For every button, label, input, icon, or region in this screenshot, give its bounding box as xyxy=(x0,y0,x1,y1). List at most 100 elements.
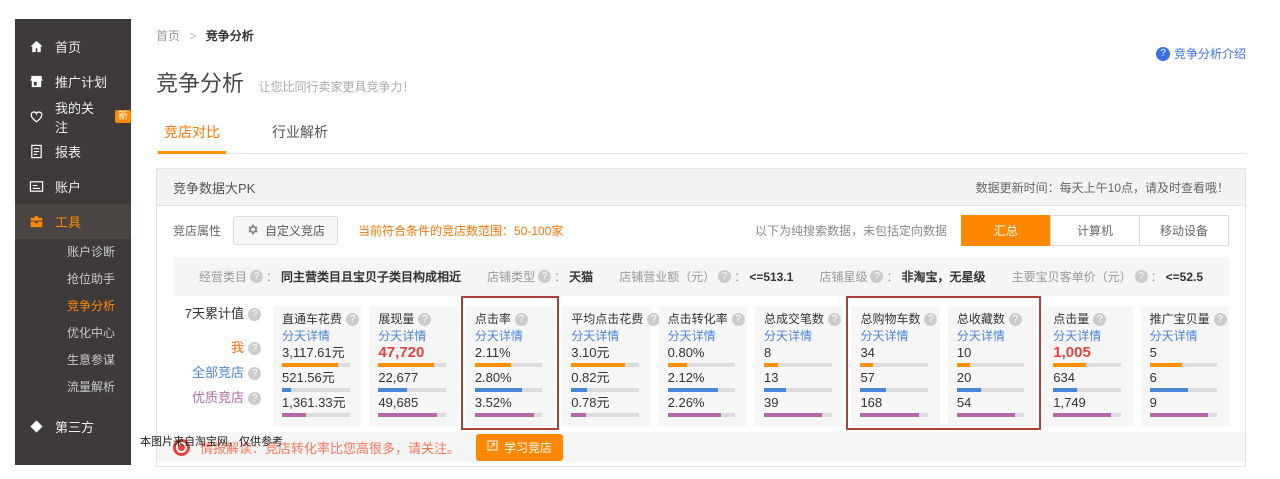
metric-value-row: 2.26% xyxy=(668,395,738,420)
tab-industry[interactable]: 行业解析 xyxy=(266,122,334,153)
metric-bar-fill xyxy=(957,363,971,367)
daily-detail-link[interactable]: 分天详情 xyxy=(378,328,448,345)
tab-shop-compare[interactable]: 竞店对比 xyxy=(158,122,226,154)
metric-bar xyxy=(1053,388,1121,392)
metric-value-row: 13 xyxy=(764,370,834,395)
sidebar-item-third-party[interactable]: 第三方 xyxy=(15,409,131,444)
help-icon[interactable] xyxy=(248,342,261,355)
metric-bar xyxy=(1150,388,1218,392)
row-label-我: 我 xyxy=(173,340,261,365)
metric-bar-fill xyxy=(957,388,981,392)
metric-bar xyxy=(1053,413,1121,417)
help-icon[interactable] xyxy=(828,313,841,326)
help-icon[interactable] xyxy=(1135,270,1148,283)
metric-bar-fill xyxy=(475,413,534,417)
sidebar-item-report[interactable]: 报表 xyxy=(15,134,131,169)
metric-name: 展现量 xyxy=(378,311,414,328)
metric-bar xyxy=(764,363,832,367)
sidebar-subitem[interactable]: 抢位助手 xyxy=(15,266,131,293)
help-icon[interactable] xyxy=(538,270,551,283)
diamond-icon xyxy=(29,419,44,434)
sidebar-item-briefcase[interactable]: 工具 xyxy=(15,204,131,239)
sidebar-item-home[interactable]: 首页 xyxy=(15,29,131,64)
metric-value: 47,720 xyxy=(378,345,448,360)
pk-table: 7天累计值我全部竞店优质竞店直通车花费分天详情3,117.61元521.56元1… xyxy=(157,296,1245,432)
metric-value: 5 xyxy=(1150,345,1220,360)
help-icon[interactable] xyxy=(250,270,263,283)
daily-detail-link[interactable]: 分天详情 xyxy=(764,328,834,345)
breadcrumb-current: 竞争分析 xyxy=(206,29,254,43)
metric-value: 634 xyxy=(1053,370,1123,385)
metric-bar xyxy=(378,413,446,417)
help-icon[interactable] xyxy=(924,313,937,326)
metric-value-row: 1,749 xyxy=(1053,395,1123,420)
sidebar-subitem[interactable]: 流量解析 xyxy=(15,374,131,401)
daily-detail-link[interactable]: 分天详情 xyxy=(475,328,545,345)
daily-detail-link[interactable]: 分天详情 xyxy=(860,328,930,345)
metric-card-0: 直通车花费分天详情3,117.61元521.56元1,361.33元 xyxy=(273,306,361,426)
metric-bar-fill xyxy=(571,388,587,392)
metric-value-row: 34 xyxy=(860,345,930,370)
help-icon[interactable] xyxy=(870,270,883,283)
metric-value-row: 634 xyxy=(1053,370,1123,395)
help-icon[interactable] xyxy=(1214,313,1227,326)
help-icon[interactable] xyxy=(248,308,261,321)
daily-detail-link[interactable]: 分天详情 xyxy=(957,328,1027,345)
customize-shops-button[interactable]: 自定义竞店 xyxy=(233,216,338,245)
metric-value: 1,361.33元 xyxy=(282,395,352,410)
help-icon[interactable] xyxy=(248,367,261,380)
filter-colon: ： xyxy=(734,268,746,285)
device-tab-button[interactable]: 计算机 xyxy=(1050,215,1140,246)
sidebar-item-heart[interactable]: 我的关注新 xyxy=(15,99,131,134)
gear-icon xyxy=(246,223,259,239)
panel-title: 竞争数据大PK xyxy=(173,178,255,197)
analysis-intro-link[interactable]: 竞争分析介绍 xyxy=(1156,45,1246,62)
daily-detail-link[interactable]: 分天详情 xyxy=(1150,328,1220,345)
metric-card-8: 点击量分天详情1,0056341,749 xyxy=(1044,306,1132,426)
help-icon[interactable] xyxy=(515,313,528,326)
metric-value-row: 57 xyxy=(860,370,930,395)
metric-bar-fill xyxy=(475,363,511,367)
help-icon[interactable] xyxy=(1093,313,1106,326)
row-label-优质竞店: 优质竞店 xyxy=(173,390,261,415)
filter-label: 店铺营业额（元） xyxy=(619,268,715,285)
metric-bar xyxy=(668,388,736,392)
device-tab-button[interactable]: 移动设备 xyxy=(1139,215,1229,246)
sidebar-item-promotion[interactable]: 推广计划 xyxy=(15,64,131,99)
device-tab-button[interactable]: 汇总 xyxy=(961,215,1051,246)
update-time-note: 数据更新时间：每天上午10点，请及时查看哦！ xyxy=(976,179,1229,196)
sidebar-subitem[interactable]: 账户诊断 xyxy=(15,239,131,266)
metric-bar-fill xyxy=(1150,388,1189,392)
daily-detail-link[interactable]: 分天详情 xyxy=(1053,328,1123,345)
sidebar-subitem[interactable]: 生意参谋 xyxy=(15,347,131,374)
daily-detail-link[interactable]: 分天详情 xyxy=(282,328,352,345)
help-icon[interactable] xyxy=(732,313,745,326)
breadcrumb-home-link[interactable]: 首页 xyxy=(156,29,180,43)
daily-detail-link[interactable]: 分天详情 xyxy=(668,328,738,345)
sidebar-item-account[interactable]: 账户 xyxy=(15,169,131,204)
row-label-text: 全部竞店 xyxy=(192,365,244,380)
metric-card-7: 总收藏数分天详情102054 xyxy=(948,306,1036,426)
metric-bar xyxy=(282,388,350,392)
sidebar-subitem[interactable]: 优化中心 xyxy=(15,320,131,347)
daily-detail-link[interactable]: 分天详情 xyxy=(571,328,641,345)
metric-value: 22,677 xyxy=(378,370,448,385)
metric-name: 总购物车数 xyxy=(860,311,920,328)
sidebar-subitem[interactable]: 竞争分析 xyxy=(15,293,131,320)
metric-value: 1,749 xyxy=(1053,395,1123,410)
help-icon[interactable] xyxy=(248,392,261,405)
help-icon[interactable] xyxy=(346,313,359,326)
external-link-icon xyxy=(487,440,498,454)
metric-value: 57 xyxy=(860,370,930,385)
breadcrumb: 首页 > 竞争分析 xyxy=(156,27,1246,44)
help-icon[interactable] xyxy=(1009,313,1022,326)
help-icon[interactable] xyxy=(718,270,731,283)
learn-competitor-button[interactable]: 学习竞店 xyxy=(476,434,563,461)
help-icon[interactable] xyxy=(418,313,431,326)
metric-bar-fill xyxy=(1150,363,1182,367)
metric-bar-fill xyxy=(668,388,718,392)
filter-item: 经营类目：同主营类目且宝贝子类目构成相近 xyxy=(199,268,461,285)
metric-title: 点击率 xyxy=(475,311,545,328)
metric-title: 点击转化率 xyxy=(668,311,738,328)
metric-title: 平均点击花费 xyxy=(571,311,641,328)
